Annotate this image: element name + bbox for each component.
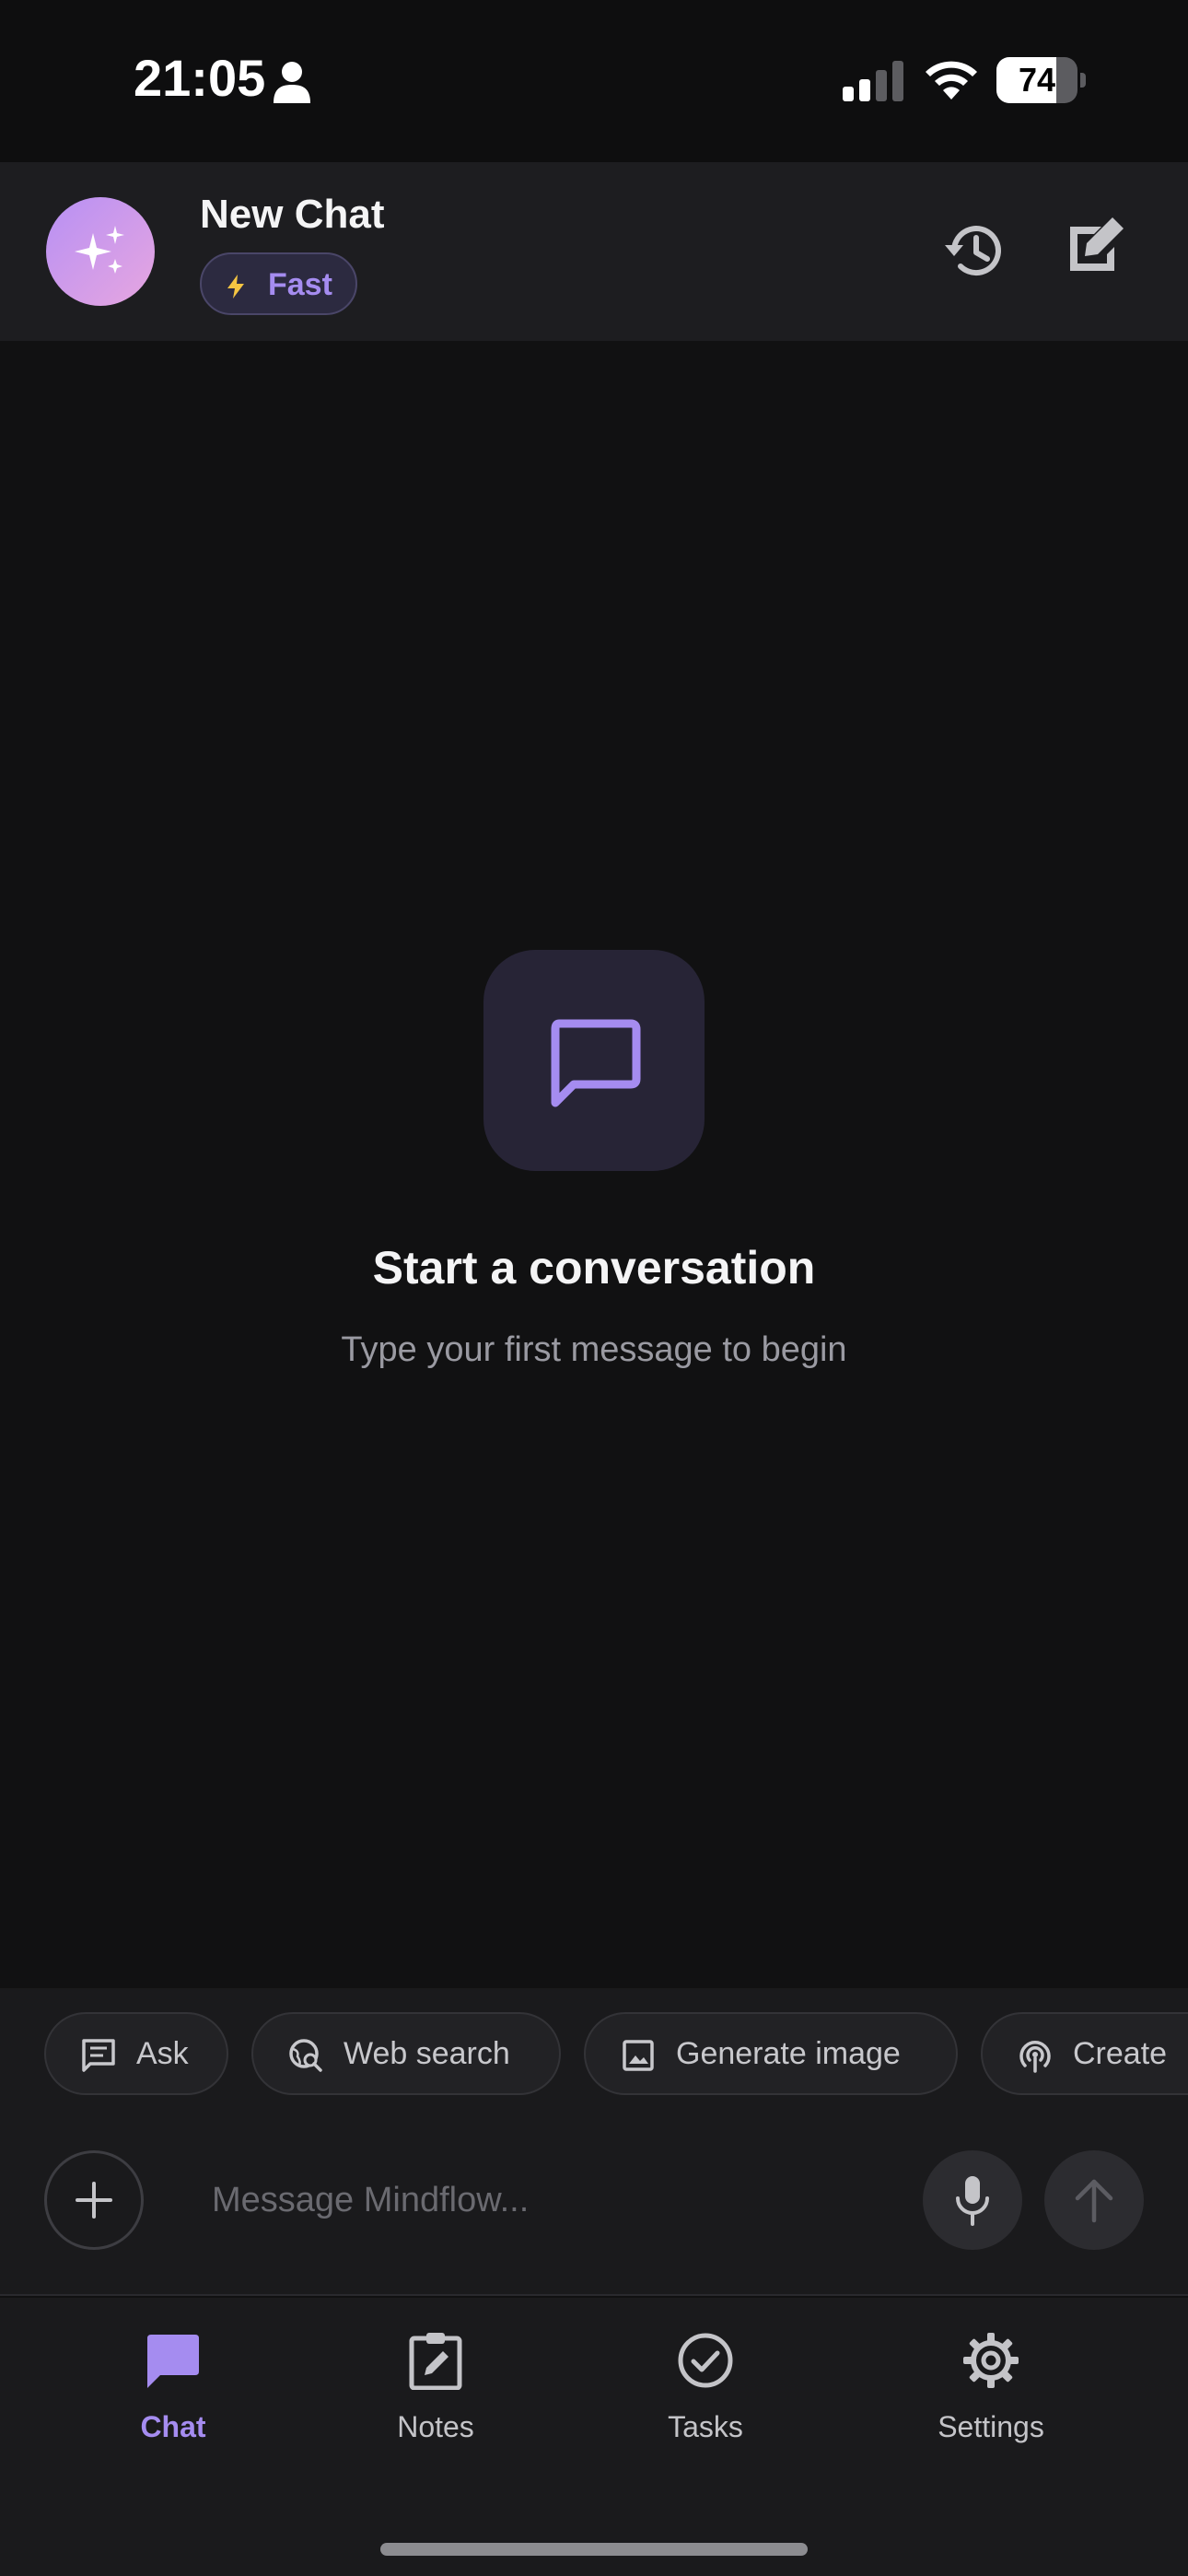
empty-state-icon-box [483, 950, 705, 1171]
quick-action-web-search[interactable]: Web search [251, 2012, 561, 2095]
add-attachment-button[interactable] [44, 2150, 144, 2250]
status-time: 21:05 [134, 49, 266, 107]
voice-input-button[interactable] [923, 2150, 1022, 2250]
quick-action-chips: Ask Web search Generate image Create [0, 2012, 1188, 2099]
new-chat-compose-icon[interactable] [1066, 216, 1125, 275]
status-bar: 21:05 74 [0, 0, 1188, 162]
clipboard-edit-icon [409, 2333, 462, 2390]
nav-label: Tasks [668, 2410, 743, 2443]
chip-label: Ask [136, 2036, 189, 2071]
sparkles-icon [75, 226, 124, 274]
chip-label: Generate image [676, 2036, 901, 2071]
empty-state-subtitle: Type your first message to begin [341, 1330, 847, 1369]
quick-action-create[interactable]: Create [981, 2012, 1188, 2095]
nav-label: Notes [397, 2410, 474, 2443]
person-icon [274, 62, 310, 103]
app-header: New Chat Fast [0, 162, 1188, 341]
plus-icon [76, 2182, 112, 2219]
nav-item-notes[interactable]: Notes [334, 2331, 537, 2460]
lightning-icon [227, 275, 244, 299]
battery-indicator: 74 [996, 57, 1086, 103]
cellular-signal-icon [843, 61, 903, 101]
empty-state-title: Start a conversation [372, 1242, 816, 1294]
home-indicator [380, 2543, 808, 2556]
podcast-icon [1019, 2041, 1051, 2073]
nav-item-settings[interactable]: Settings [890, 2331, 1092, 2460]
nav-item-chat[interactable]: Chat [72, 2331, 274, 2460]
composer-area: Ask Web search Generate image Create Mes… [0, 1988, 1188, 2296]
bottom-navigation: Chat Notes Tasks Settings [0, 2298, 1188, 2576]
chip-label: Web search [344, 2036, 510, 2071]
chat-bubble-icon [147, 2335, 199, 2388]
chip-label: Create [1073, 2036, 1168, 2071]
arrow-up-icon [1075, 2179, 1113, 2223]
model-mode-pill[interactable]: Fast [200, 252, 357, 315]
nav-label: Settings [938, 2410, 1044, 2443]
message-square-icon [551, 1019, 641, 1107]
check-circle-icon [678, 2333, 733, 2388]
message-input[interactable] [212, 2165, 893, 2235]
image-icon [623, 2040, 654, 2071]
chat-lines-icon [82, 2039, 115, 2072]
chat-screen: 21:05 74 New Chat Fast Start a conversat… [0, 0, 1188, 2576]
nav-label: Chat [140, 2410, 206, 2443]
mode-label: Fast [268, 267, 332, 302]
composer-row [0, 2150, 1188, 2261]
microphone-icon [956, 2176, 989, 2226]
wifi-icon [926, 61, 977, 100]
battery-level: 74 [1018, 61, 1056, 99]
quick-action-generate-image[interactable]: Generate image [584, 2012, 958, 2095]
gear-icon [963, 2333, 1019, 2388]
chat-title: New Chat [200, 192, 385, 237]
assistant-avatar [46, 197, 155, 306]
history-icon[interactable] [941, 217, 1007, 284]
quick-action-ask[interactable]: Ask [44, 2012, 228, 2095]
send-button[interactable] [1044, 2150, 1144, 2250]
nav-item-tasks[interactable]: Tasks [604, 2331, 807, 2460]
globe-search-icon [289, 2039, 322, 2072]
